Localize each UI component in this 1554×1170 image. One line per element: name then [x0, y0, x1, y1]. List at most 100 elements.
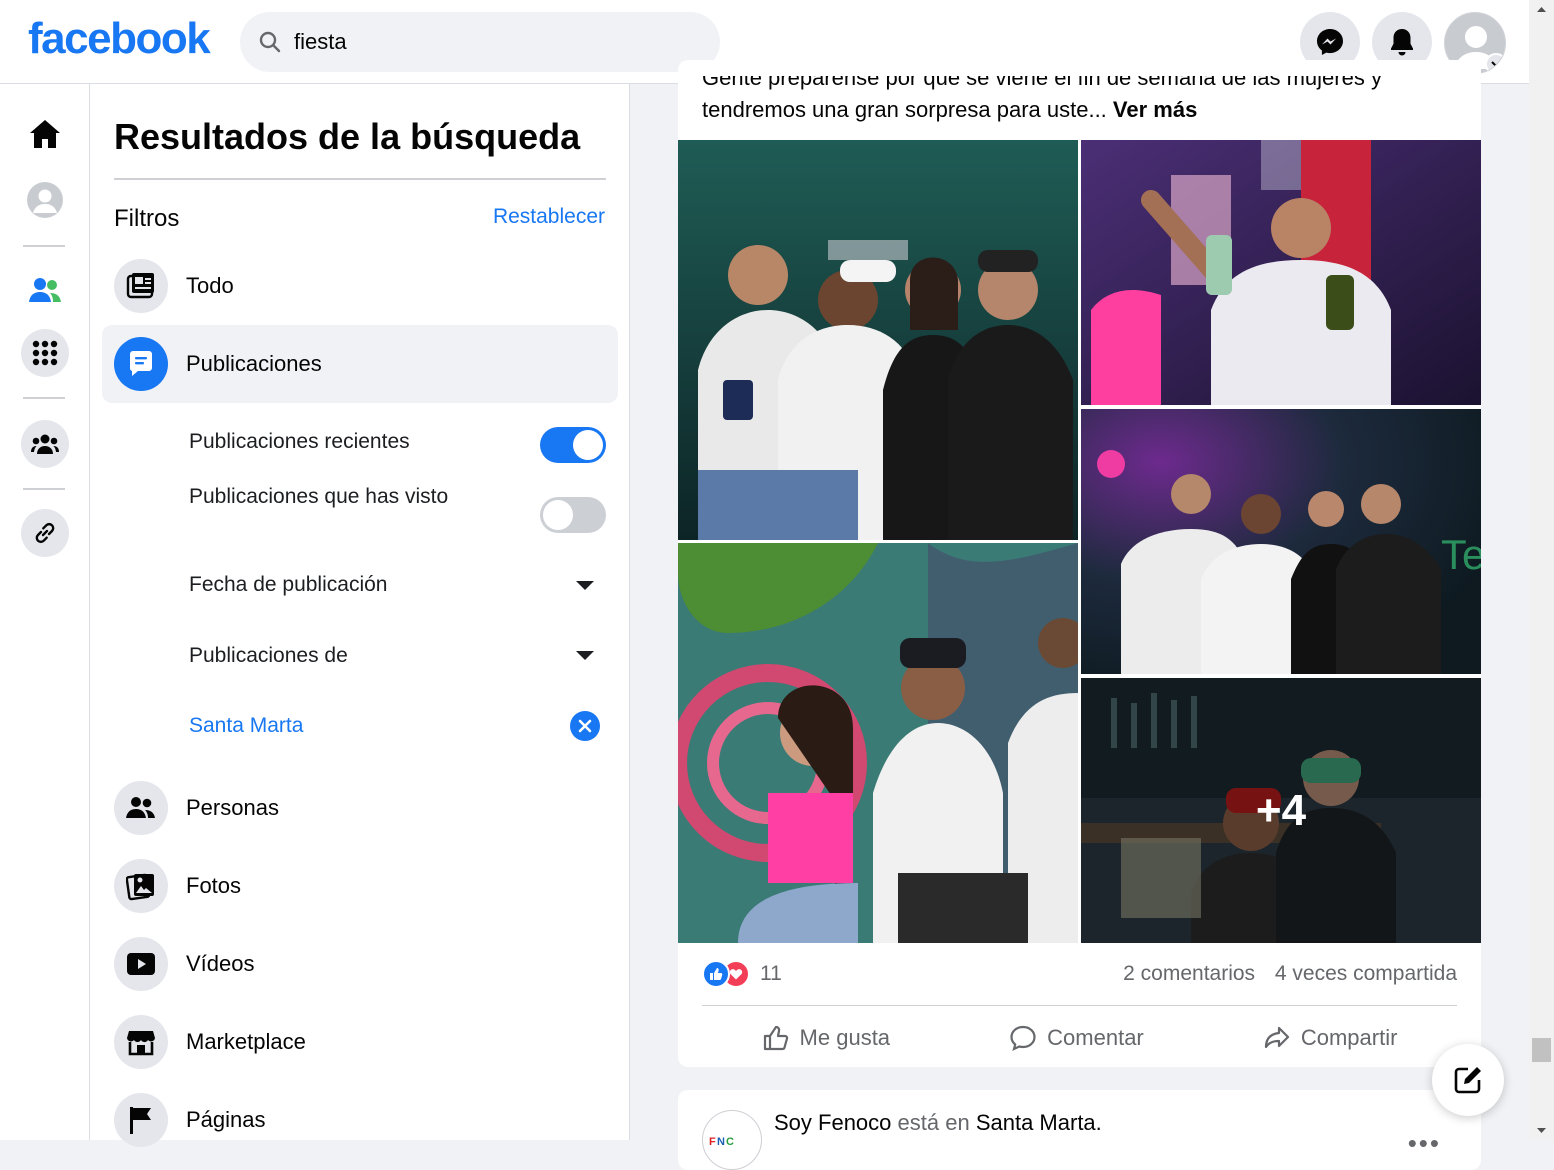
apps-grid-icon	[32, 340, 58, 366]
category-label: Vídeos	[186, 951, 255, 976]
party-photo-4	[678, 543, 1078, 943]
chevron-down-icon	[1491, 61, 1501, 68]
left-rail	[0, 84, 90, 1140]
post-card: Gente prepárense por que se viene el fin…	[678, 60, 1481, 1067]
home-icon	[30, 120, 60, 148]
category-icon-wrap	[114, 1093, 168, 1147]
post-text-content: tendremos una gran sorpresa para uste...	[702, 97, 1107, 122]
marketplace-icon	[127, 1031, 155, 1056]
location-filter-value[interactable]: Santa Marta	[189, 711, 303, 741]
see-more-link[interactable]: Ver más	[1113, 97, 1197, 122]
chevron-down-icon[interactable]	[576, 581, 594, 590]
comment-icon	[1010, 1025, 1036, 1052]
post-photo[interactable]	[1081, 140, 1481, 405]
comment-label: Comentar	[1047, 1025, 1144, 1050]
share-icon	[1264, 1026, 1289, 1049]
like-label: Me gusta	[799, 1025, 891, 1050]
reactions-count: 11	[760, 962, 782, 985]
fenoco-logo: FNC	[709, 1136, 734, 1148]
party-photo-2	[1081, 140, 1481, 405]
svg-text:C: C	[726, 1136, 734, 1148]
scrollbar-thumb[interactable]	[1532, 1038, 1551, 1062]
rail-link[interactable]	[21, 509, 69, 557]
search-input[interactable]: fiesta	[294, 29, 347, 55]
clear-location-button[interactable]	[570, 711, 600, 741]
rail-friends[interactable]	[21, 266, 69, 314]
compose-icon	[1454, 1067, 1481, 1094]
search-box[interactable]: fiesta	[240, 12, 720, 72]
post-photo[interactable]	[678, 543, 1078, 943]
filter-category-photos[interactable]: Fotos	[102, 847, 618, 925]
friends-icon	[29, 278, 61, 302]
post-photo[interactable]	[678, 140, 1078, 540]
post-card: FNC Soy Fenoco está en Santa Marta. •••	[678, 1090, 1481, 1170]
flag-icon	[130, 1107, 151, 1134]
thumbs-up-icon	[710, 968, 723, 980]
svg-text:N: N	[717, 1136, 725, 1148]
search-icon	[259, 31, 281, 53]
reset-filters-link[interactable]: Restablecer	[493, 205, 605, 229]
filter-category-pages[interactable]: Páginas	[102, 1081, 618, 1159]
posts-icon	[129, 351, 152, 376]
reaction-summary[interactable]: 11	[702, 960, 782, 988]
bell-icon	[1391, 29, 1413, 56]
more-photos-count: +4	[1081, 678, 1481, 943]
filters-heading: Filtros	[114, 205, 180, 232]
party-photo-1	[678, 140, 1078, 540]
toggle-knob	[573, 430, 603, 460]
post-header-period: .	[1095, 1110, 1102, 1135]
posts-from-dropdown[interactable]: Publicaciones de	[189, 641, 609, 671]
new-message-button[interactable]	[1432, 1044, 1504, 1116]
post-options-button[interactable]: •••	[1408, 1128, 1441, 1159]
filter-category-videos[interactable]: Vídeos	[102, 925, 618, 1003]
comments-count[interactable]: 2 comentarios	[1123, 962, 1255, 985]
category-icon-wrap	[114, 781, 168, 835]
rail-divider	[23, 245, 65, 247]
rail-profile[interactable]	[21, 176, 69, 224]
photos-icon	[126, 873, 154, 901]
thumbs-up-icon	[763, 1025, 788, 1051]
filter-category-people[interactable]: Personas	[102, 769, 618, 847]
post-place-link[interactable]: Santa Marta	[976, 1110, 1096, 1135]
people-icon	[126, 797, 155, 818]
scroll-down-arrow-icon[interactable]	[1529, 1120, 1554, 1140]
account-menu-chevron[interactable]	[1485, 53, 1505, 73]
category-label: Publicaciones	[186, 351, 322, 376]
post-author-link[interactable]: Soy Fenoco	[774, 1110, 891, 1135]
facebook-logo[interactable]: facebook	[28, 14, 211, 64]
scroll-up-arrow-icon[interactable]	[1529, 0, 1554, 20]
date-posted-dropdown[interactable]: Fecha de publicación	[189, 570, 609, 600]
post-checkin-text: está en	[897, 1110, 970, 1135]
party-photo-3: Te	[1081, 409, 1481, 674]
category-icon-wrap	[114, 337, 168, 391]
more-photos-tile[interactable]: +4	[1081, 678, 1481, 943]
seen-posts-label: Publicaciones que has visto	[189, 485, 449, 508]
filter-category-all[interactable]: Todo	[102, 247, 618, 325]
rail-apps[interactable]	[21, 329, 69, 377]
rail-home[interactable]	[21, 110, 69, 158]
category-label: Personas	[186, 795, 279, 820]
filter-category-marketplace[interactable]: Marketplace	[102, 1003, 618, 1081]
chevron-down-icon[interactable]	[576, 651, 594, 660]
seen-posts-toggle[interactable]	[540, 497, 606, 533]
category-label: Marketplace	[186, 1029, 306, 1054]
post-photo[interactable]: Te	[1081, 409, 1481, 674]
recent-posts-toggle[interactable]	[540, 427, 606, 463]
share-button[interactable]: Compartir	[1263, 1024, 1398, 1052]
filter-category-posts[interactable]: Publicaciones	[102, 325, 618, 403]
category-label: Todo	[186, 273, 234, 298]
shares-count[interactable]: 4 veces compartida	[1275, 962, 1457, 985]
rail-groups[interactable]	[21, 420, 69, 468]
share-label: Compartir	[1300, 1025, 1398, 1050]
page-avatar[interactable]: FNC	[702, 1110, 762, 1170]
like-button[interactable]: Me gusta	[762, 1024, 891, 1052]
page-scrollbar[interactable]	[1529, 0, 1554, 1140]
comment-button[interactable]: Comentar	[1009, 1024, 1144, 1052]
engagement-counts: 2 comentarios 4 veces compartida	[1109, 962, 1457, 986]
link-icon	[35, 522, 55, 544]
category-icon-wrap	[114, 259, 168, 313]
profile-icon	[27, 182, 63, 218]
post-actions: Me gusta Comentar Compartir	[702, 1010, 1457, 1066]
post-header: Soy Fenoco está en Santa Marta.	[774, 1110, 1102, 1136]
search-filters-panel: Resultados de la búsqueda Filtros Restab…	[90, 84, 630, 1147]
